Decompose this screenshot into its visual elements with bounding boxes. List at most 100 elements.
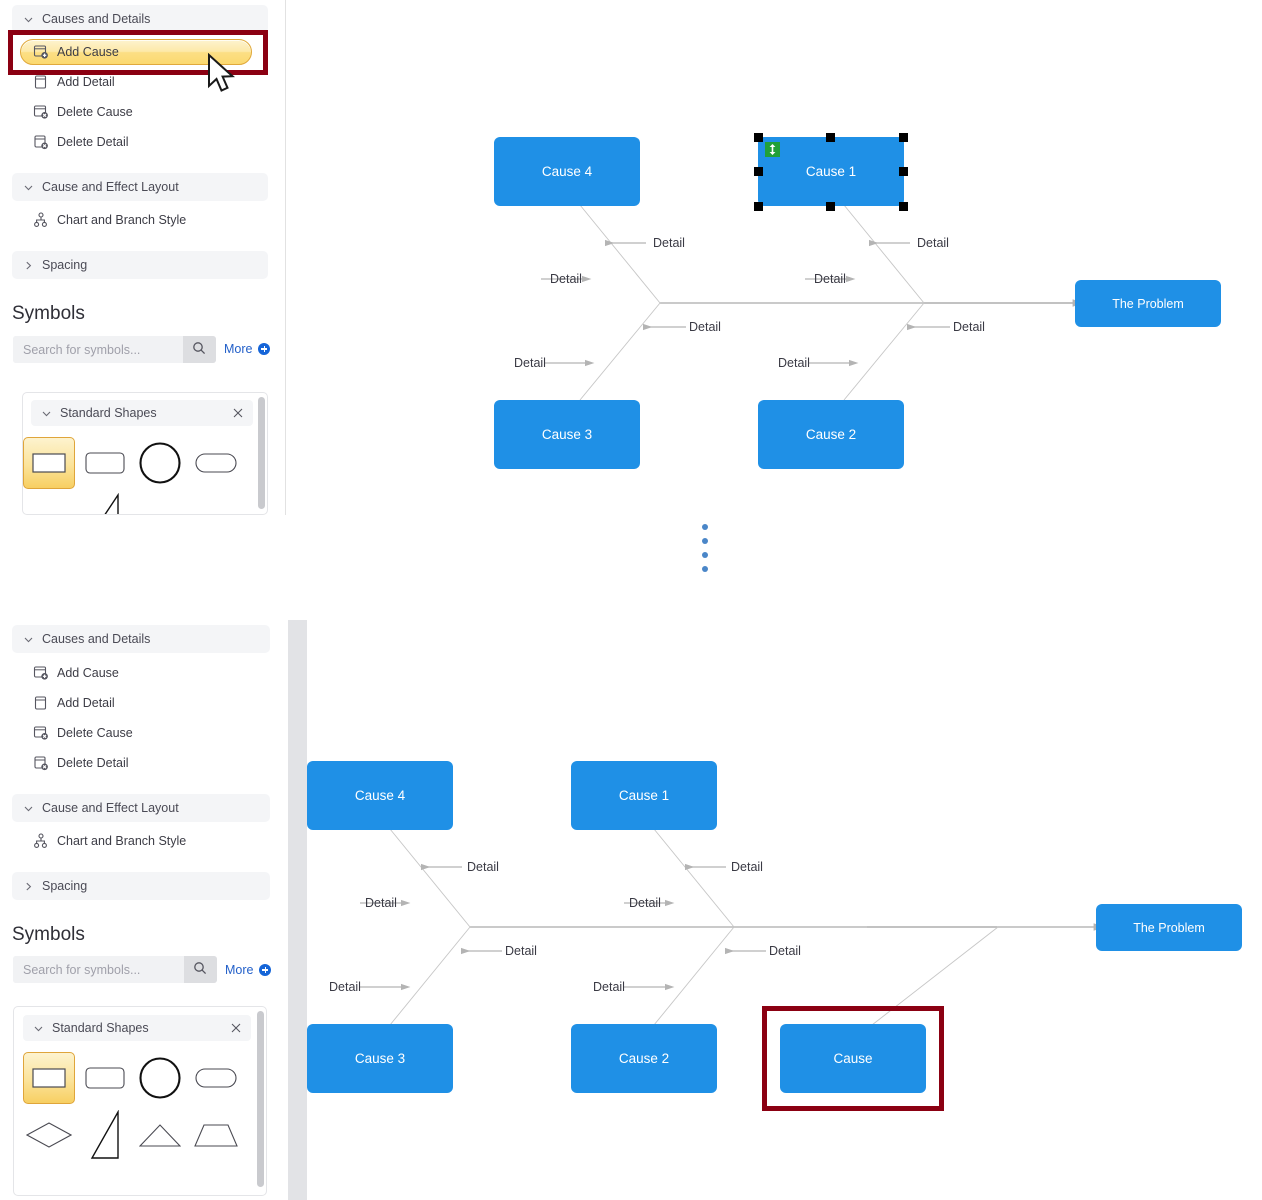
detail-label[interactable]: Detail <box>629 896 661 910</box>
detail-label[interactable]: Detail <box>769 944 801 958</box>
group-label: Causes and Details <box>42 12 151 26</box>
cause-box-new-cause[interactable]: Cause <box>780 1024 926 1093</box>
cause-box-cause-4[interactable]: Cause 4 <box>494 137 640 206</box>
menu-item-delete-detail[interactable]: Delete Detail <box>33 131 129 153</box>
shape-triangle[interactable] <box>134 1109 186 1161</box>
group-label: Spacing <box>42 879 88 893</box>
detail-label[interactable]: Detail <box>467 860 499 874</box>
vertical-resize-icon[interactable] <box>765 142 780 157</box>
shape-trapezoid[interactable] <box>190 1109 242 1161</box>
menu-item-delete-cause[interactable]: Delete Cause <box>33 101 133 123</box>
group-label: Spacing <box>42 258 88 272</box>
cause-box-cause-4[interactable]: Cause 4 <box>307 761 453 830</box>
cause-box-cause-2[interactable]: Cause 2 <box>758 400 904 469</box>
menu-item-label: Delete Cause <box>57 726 133 740</box>
close-icon[interactable] <box>232 407 244 419</box>
selection-handle-w[interactable] <box>754 167 763 176</box>
menu-item-chart-and-branch-style[interactable]: Chart and Branch Style <box>33 209 186 231</box>
detail-label[interactable]: Detail <box>814 272 846 286</box>
close-icon[interactable] <box>230 1022 242 1034</box>
search-button[interactable] <box>182 336 216 363</box>
menu-item-add-cause[interactable]: Add Cause <box>33 41 119 63</box>
shape-library-panel: Standard Shapes <box>13 1006 267 1196</box>
selection-handle-ne[interactable] <box>899 133 908 142</box>
symbols-section-title: Symbols <box>12 303 85 324</box>
symbols-search-wrap <box>13 956 217 983</box>
shape-library-scrollbar[interactable] <box>257 1011 264 1187</box>
menu-item-add-detail[interactable]: Add Detail <box>33 71 115 93</box>
shape-group-header-standard-shapes[interactable]: Standard Shapes <box>31 400 253 426</box>
search-icon <box>192 341 206 358</box>
shape-right-triangle[interactable] <box>79 487 131 514</box>
group-label: Cause and Effect Layout <box>42 801 179 815</box>
detail-label[interactable]: Detail <box>514 356 546 370</box>
shape-circle[interactable] <box>134 437 186 489</box>
group-header-cause-and-effect-layout[interactable]: Cause and Effect Layout <box>12 173 268 201</box>
group-label: Causes and Details <box>42 632 151 646</box>
problem-box[interactable]: The Problem <box>1096 904 1242 951</box>
shape-stadium[interactable] <box>190 437 242 489</box>
more-symbols-link[interactable]: More <box>224 342 271 356</box>
detail-label[interactable]: Detail <box>778 356 810 370</box>
add-cause-icon <box>33 665 49 681</box>
detail-label[interactable]: Detail <box>505 944 537 958</box>
cause-box-cause-3[interactable]: Cause 3 <box>494 400 640 469</box>
cause-box-cause-2[interactable]: Cause 2 <box>571 1024 717 1093</box>
group-header-causes-and-details[interactable]: Causes and Details <box>12 625 270 653</box>
chevron-down-icon <box>22 633 35 646</box>
separator-dot <box>702 524 708 530</box>
shape-group-label: Standard Shapes <box>60 406 157 420</box>
shape-group-header-standard-shapes[interactable]: Standard Shapes <box>23 1015 251 1041</box>
group-label: Cause and Effect Layout <box>42 180 179 194</box>
shape-circle[interactable] <box>134 1052 186 1104</box>
menu-item-add-detail[interactable]: Add Detail <box>33 692 115 714</box>
group-header-spacing[interactable]: Spacing <box>12 872 270 900</box>
add-cause-icon <box>33 44 49 60</box>
selection-handle-n[interactable] <box>826 133 835 142</box>
selection-handle-se[interactable] <box>899 202 908 211</box>
top-diagram-canvas[interactable]: Cause 4 Cause 1 Cause 3 Cause 2 The Prob… <box>286 0 1262 515</box>
search-input[interactable] <box>13 336 183 363</box>
menu-item-label: Delete Cause <box>57 105 133 119</box>
group-header-causes-and-details[interactable]: Causes and Details <box>12 5 268 33</box>
shape-diamond[interactable] <box>23 1109 75 1161</box>
shape-right-triangle[interactable] <box>79 1109 131 1161</box>
more-symbols-link[interactable]: More <box>225 963 272 977</box>
problem-box[interactable]: The Problem <box>1075 280 1221 327</box>
selection-handle-sw[interactable] <box>754 202 763 211</box>
detail-label[interactable]: Detail <box>953 320 985 334</box>
menu-item-chart-and-branch-style[interactable]: Chart and Branch Style <box>33 830 186 852</box>
selection-handle-e[interactable] <box>899 167 908 176</box>
top-side-panel: Causes and Details Add Cause Add Detail … <box>0 0 286 515</box>
detail-label[interactable]: Detail <box>689 320 721 334</box>
shape-rectangle[interactable] <box>23 1052 75 1104</box>
chevron-down-icon <box>32 1022 45 1035</box>
shape-rounded-rectangle[interactable] <box>79 437 131 489</box>
search-button[interactable] <box>183 956 217 983</box>
detail-label[interactable]: Detail <box>593 980 625 994</box>
detail-label[interactable]: Detail <box>653 236 685 250</box>
detail-label[interactable]: Detail <box>365 896 397 910</box>
detail-label[interactable]: Detail <box>550 272 582 286</box>
menu-item-label: Delete Detail <box>57 756 129 770</box>
group-header-spacing[interactable]: Spacing <box>12 251 268 279</box>
detail-label[interactable]: Detail <box>329 980 361 994</box>
detail-label[interactable]: Detail <box>731 860 763 874</box>
bottom-diagram-canvas[interactable]: Cause 4 Cause 1 Cause 3 Cause 2 Cause Th… <box>307 620 1262 1200</box>
cause-box-cause-3[interactable]: Cause 3 <box>307 1024 453 1093</box>
detail-label[interactable]: Detail <box>917 236 949 250</box>
menu-item-add-cause[interactable]: Add Cause <box>33 662 119 684</box>
menu-item-delete-detail[interactable]: Delete Detail <box>33 752 129 774</box>
shape-rounded-rectangle[interactable] <box>79 1052 131 1104</box>
shape-stadium[interactable] <box>190 1052 242 1104</box>
selection-handle-nw[interactable] <box>754 133 763 142</box>
selection-handle-s[interactable] <box>826 202 835 211</box>
shape-rectangle[interactable] <box>23 437 75 489</box>
menu-item-delete-cause[interactable]: Delete Cause <box>33 722 133 744</box>
group-header-cause-and-effect-layout[interactable]: Cause and Effect Layout <box>12 794 270 822</box>
chevron-down-icon <box>22 13 35 26</box>
search-input[interactable] <box>13 956 184 983</box>
shape-library-scrollbar[interactable] <box>258 397 265 509</box>
cause-box-cause-1[interactable]: Cause 1 <box>571 761 717 830</box>
menu-item-label: Delete Detail <box>57 135 129 149</box>
